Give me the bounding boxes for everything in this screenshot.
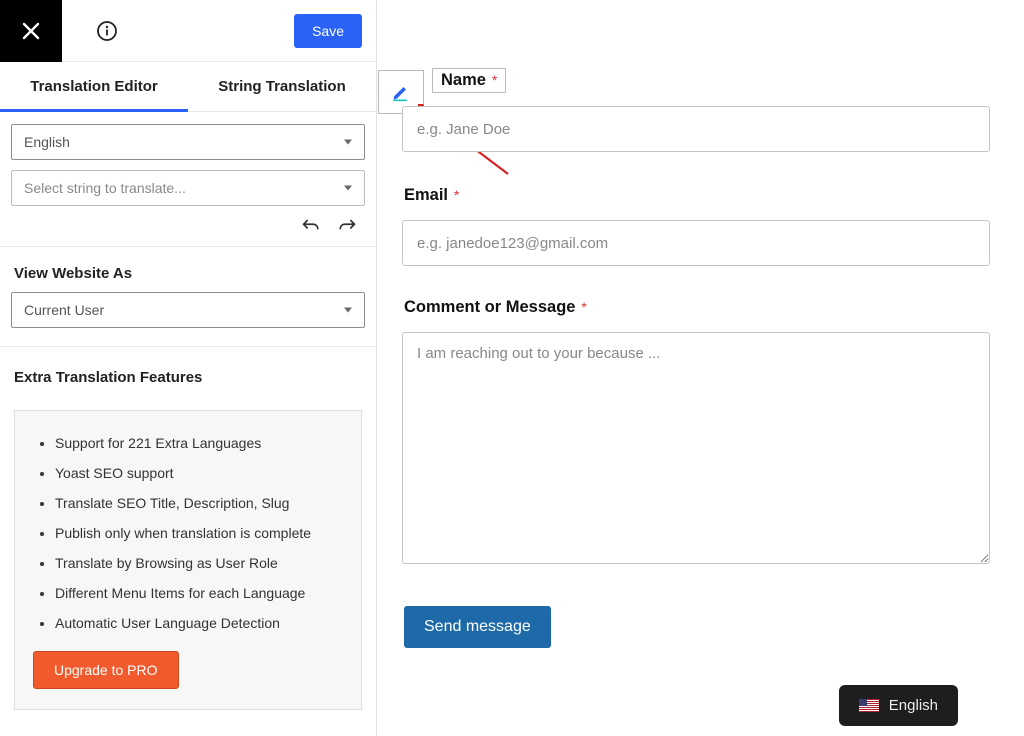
feature-item: Translate SEO Title, Description, Slug (55, 495, 343, 511)
language-select-value: English (24, 134, 70, 150)
feature-item: Different Menu Items for each Language (55, 585, 343, 601)
required-mark: * (577, 299, 586, 315)
feature-item: Support for 221 Extra Languages (55, 435, 343, 451)
chevron-down-icon (344, 140, 352, 145)
feature-item: Automatic User Language Detection (55, 615, 343, 631)
feature-item: Publish only when translation is complet… (55, 525, 343, 541)
message-textarea[interactable] (402, 332, 990, 564)
send-button[interactable]: Send message (404, 606, 551, 648)
feature-item: Yoast SEO support (55, 465, 343, 481)
view-as-value: Current User (24, 302, 104, 318)
undo-icon[interactable] (302, 218, 320, 232)
tab-string-translation[interactable]: String Translation (188, 62, 376, 111)
upgrade-button[interactable]: Upgrade to PRO (33, 651, 179, 689)
features-box: Support for 221 Extra Languages Yoast SE… (14, 410, 362, 710)
features-title: Extra Translation Features (0, 347, 376, 396)
string-select-placeholder: Select string to translate... (24, 180, 186, 196)
chevron-down-icon (344, 186, 352, 191)
info-button[interactable] (96, 20, 118, 42)
language-switcher[interactable]: English (839, 685, 958, 726)
tab-translation-editor[interactable]: Translation Editor (0, 62, 188, 111)
name-label-wrap: Name * (432, 68, 506, 93)
required-mark: * (450, 187, 459, 203)
close-icon (21, 21, 41, 41)
save-button[interactable]: Save (294, 14, 362, 48)
language-switcher-label: English (889, 697, 938, 714)
language-select[interactable]: English (11, 124, 365, 160)
redo-icon[interactable] (338, 218, 356, 232)
flag-icon (859, 699, 879, 712)
name-input[interactable] (402, 106, 990, 152)
feature-item: Translate by Browsing as User Role (55, 555, 343, 571)
email-input[interactable] (402, 220, 990, 266)
view-as-select[interactable]: Current User (11, 292, 365, 328)
message-label: Comment or Message (404, 298, 575, 316)
name-label: Name (441, 71, 486, 89)
view-as-title: View Website As (0, 247, 376, 292)
email-label: Email (404, 186, 448, 204)
close-button[interactable] (0, 0, 62, 62)
info-icon (96, 20, 118, 42)
chevron-down-icon (344, 308, 352, 313)
string-select[interactable]: Select string to translate... (11, 170, 365, 206)
pencil-icon (391, 82, 411, 102)
required-mark: * (488, 72, 497, 88)
